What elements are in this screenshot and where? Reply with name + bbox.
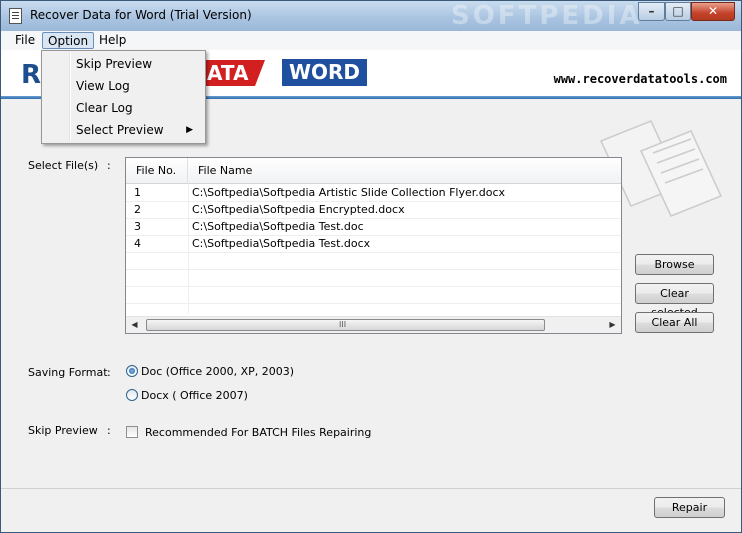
window-title: Recover Data for Word (Trial Version) xyxy=(30,8,252,22)
clear-all-button[interactable]: Clear All xyxy=(635,312,714,333)
menu-file[interactable]: File xyxy=(10,32,40,49)
menu-help[interactable]: Help xyxy=(94,32,131,49)
file-no-cell: 1 xyxy=(134,186,141,199)
file-name-cell: C:\Softpedia\Softpedia Encrypted.docx xyxy=(192,203,405,216)
clear-selected-button[interactable]: Clear selected xyxy=(635,283,714,319)
file-list[interactable]: File No. File Name 1 C:\Softpedia\Softpe… xyxy=(125,157,622,334)
empty-row xyxy=(126,253,621,270)
select-files-colon: : xyxy=(107,159,111,172)
table-row[interactable]: 1 C:\Softpedia\Softpedia Artistic Slide … xyxy=(126,185,621,202)
scroll-thumb[interactable]: III xyxy=(146,319,545,331)
file-list-header: File No. File Name xyxy=(126,158,621,184)
column-header-file-no[interactable]: File No. xyxy=(126,158,188,184)
option-dropdown-menu: Skip Preview View Log Clear Log Select P… xyxy=(41,50,206,144)
minimize-button[interactable]: – xyxy=(638,2,665,21)
scroll-grip: III xyxy=(339,320,347,329)
skip-preview-colon: : xyxy=(107,424,111,437)
file-name-cell: C:\Softpedia\Softpedia Test.doc xyxy=(192,220,364,233)
saving-format-colon: : xyxy=(107,366,111,379)
select-preview-label: Select Preview xyxy=(76,123,164,137)
format-docx-radio[interactable] xyxy=(126,389,138,401)
app-window: Recover Data for Word (Trial Version) SO… xyxy=(0,0,742,533)
file-no-cell: 3 xyxy=(134,220,141,233)
menu-item-skip-preview[interactable]: Skip Preview xyxy=(44,53,203,75)
file-name-cell: C:\Softpedia\Softpedia Artistic Slide Co… xyxy=(192,186,506,199)
browse-button[interactable]: Browse xyxy=(635,254,714,275)
select-files-label: Select File(s) xyxy=(28,159,99,172)
submenu-arrow-icon: ▶ xyxy=(186,125,193,135)
menu-item-view-log[interactable]: View Log xyxy=(44,75,203,97)
close-button[interactable]: ✕ xyxy=(691,2,735,21)
skip-preview-label: Skip Preview xyxy=(28,424,98,437)
batch-repair-checkbox[interactable] xyxy=(126,426,138,438)
table-row[interactable]: 2 C:\Softpedia\Softpedia Encrypted.docx xyxy=(126,202,621,219)
empty-row xyxy=(126,287,621,304)
close-icon: ✕ xyxy=(707,4,719,18)
batch-repair-label[interactable]: Recommended For BATCH Files Repairing xyxy=(145,426,371,439)
horizontal-scrollbar[interactable]: ◀ III ▶ xyxy=(126,316,621,333)
logo-letter: R xyxy=(21,60,42,90)
menu-bar: File Option Help xyxy=(1,31,741,50)
saving-format-label: Saving Format xyxy=(28,366,108,379)
website-url: www.recoverdatatools.com xyxy=(553,72,727,86)
minimize-icon: – xyxy=(648,4,655,18)
menu-option[interactable]: Option xyxy=(42,32,95,49)
app-document-icon xyxy=(9,8,22,24)
title-bar[interactable]: Recover Data for Word (Trial Version) SO… xyxy=(1,1,741,31)
format-doc-radio[interactable] xyxy=(126,365,138,377)
format-doc-label[interactable]: Doc (Office 2000, XP, 2003) xyxy=(141,365,294,378)
format-docx-label[interactable]: Docx ( Office 2007) xyxy=(141,389,248,402)
menu-item-select-preview[interactable]: Select Preview ▶ xyxy=(44,119,203,141)
column-header-file-name[interactable]: File Name xyxy=(188,158,621,184)
maximize-icon: □ xyxy=(672,4,684,18)
scroll-left-icon[interactable]: ◀ xyxy=(126,317,143,333)
table-row[interactable]: 4 C:\Softpedia\Softpedia Test.docx xyxy=(126,236,621,253)
file-no-cell: 4 xyxy=(134,237,141,250)
empty-row xyxy=(126,270,621,287)
footer-area xyxy=(1,489,741,532)
file-name-cell: C:\Softpedia\Softpedia Test.docx xyxy=(192,237,371,250)
file-no-cell: 2 xyxy=(134,203,141,216)
logo-word-badge: WORD xyxy=(282,59,367,86)
maximize-button[interactable]: □ xyxy=(665,2,691,21)
scroll-right-icon[interactable]: ▶ xyxy=(604,317,621,333)
window-controls: – □ ✕ xyxy=(638,2,735,21)
logo-data-badge: ATA xyxy=(201,60,264,86)
table-row[interactable]: 3 C:\Softpedia\Softpedia Test.doc xyxy=(126,219,621,236)
menu-item-clear-log[interactable]: Clear Log xyxy=(44,97,203,119)
repair-button[interactable]: Repair xyxy=(654,497,725,518)
watermark: SOFTPEDIA xyxy=(451,1,643,31)
